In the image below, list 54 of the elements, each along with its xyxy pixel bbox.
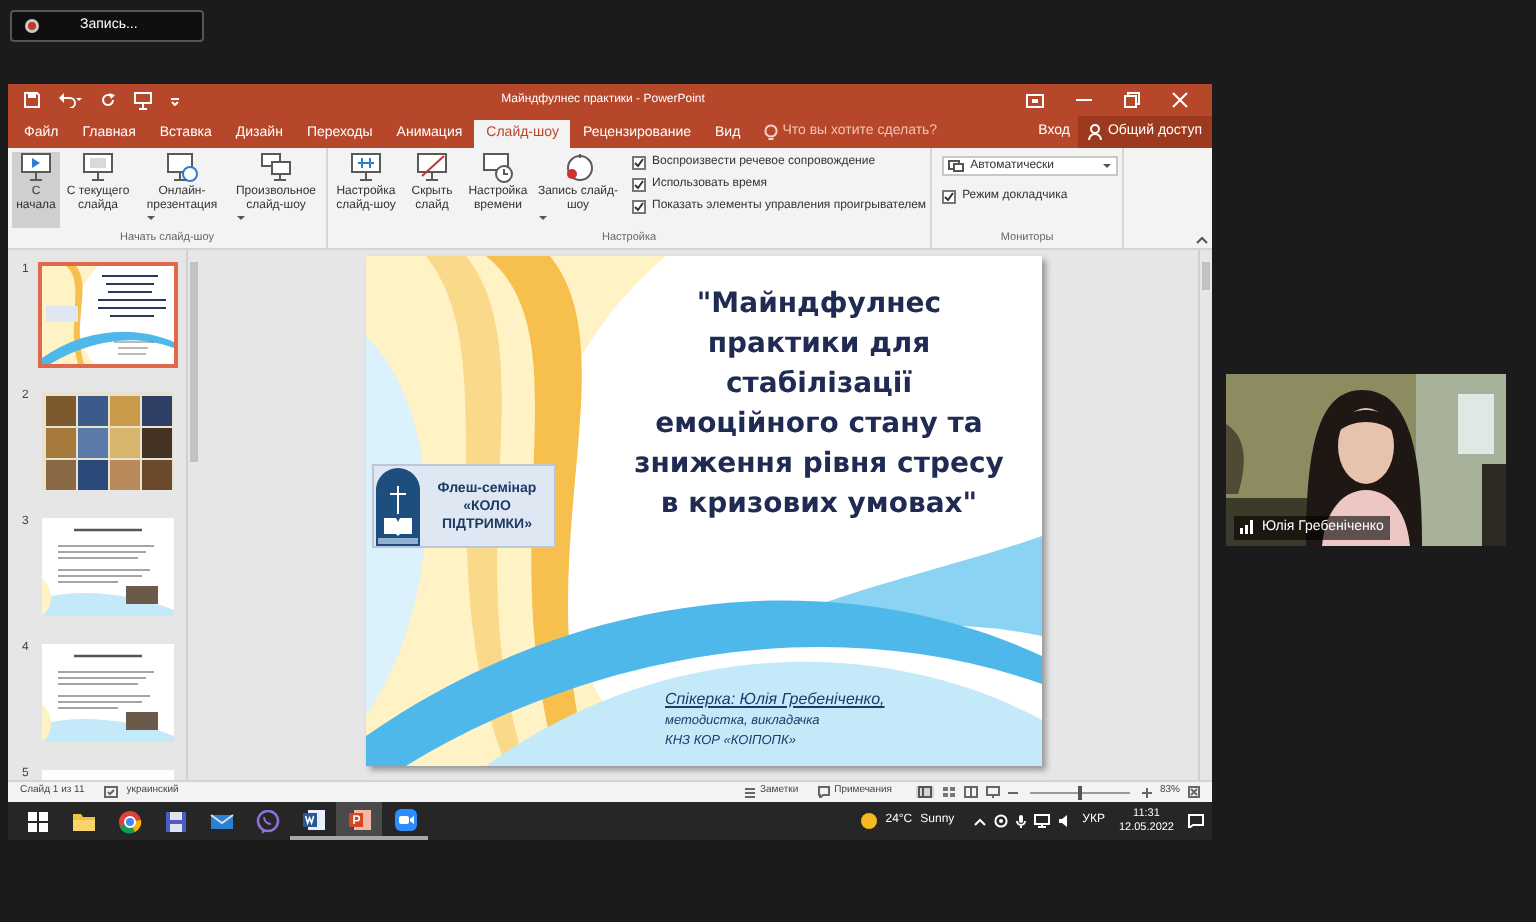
record-icon: [24, 18, 40, 34]
signal-icon: [1240, 520, 1256, 535]
person-icon: [1087, 124, 1102, 140]
undo-icon[interactable]: [58, 92, 82, 108]
presenter-icon[interactable]: [134, 91, 152, 109]
notes-icon: [743, 786, 756, 798]
phone-bubble-icon: [255, 809, 279, 833]
chevron-up-icon[interactable]: [974, 817, 987, 825]
reading-view-icon[interactable]: [963, 786, 978, 798]
checkbox[interactable]: [942, 190, 957, 204]
microphone-icon[interactable]: [1016, 814, 1027, 828]
comment-icon: [818, 786, 831, 798]
chrome-icon: [117, 809, 141, 833]
monitor-icon: [948, 160, 965, 172]
normal-view-icon[interactable]: [917, 786, 932, 798]
plus-icon[interactable]: [1141, 787, 1152, 797]
checkbox[interactable]: [632, 200, 646, 214]
word-icon: [301, 807, 325, 831]
save-icon[interactable]: [24, 92, 40, 108]
slide-thumbnail[interactable]: [38, 262, 178, 368]
spell-check-icon[interactable]: [104, 786, 119, 798]
customize-caret-icon[interactable]: [170, 95, 180, 105]
zoom-slider-thumb[interactable]: [1077, 785, 1082, 799]
slide-thumbnail[interactable]: [38, 640, 178, 746]
windows-icon: [25, 809, 49, 833]
video-camera-icon: [393, 807, 417, 831]
fit-slide-icon[interactable]: [1188, 786, 1200, 798]
speaker-line: Спікерка: Юлія Гребеніченко,: [665, 688, 885, 712]
checkbox[interactable]: [632, 178, 646, 192]
emblem-icon: [373, 466, 421, 546]
caret-icon: [1102, 162, 1113, 170]
presentation-app-icon: [347, 807, 371, 831]
minus-icon[interactable]: [1007, 787, 1018, 797]
scrollbar[interactable]: [1198, 250, 1212, 780]
checkbox[interactable]: [632, 156, 646, 170]
close-icon[interactable]: [1172, 92, 1188, 108]
slide-sorter-icon[interactable]: [941, 786, 956, 798]
notification-icon[interactable]: [1188, 814, 1204, 828]
redo-icon[interactable]: [100, 92, 116, 108]
restore-icon[interactable]: [1124, 92, 1140, 108]
sun-icon[interactable]: [859, 812, 878, 830]
collapse-ribbon-icon[interactable]: [1196, 236, 1208, 244]
speaker-icon[interactable]: [1058, 814, 1071, 828]
envelope-icon: [209, 809, 233, 833]
sync-icon[interactable]: [994, 814, 1009, 828]
slide-thumbnail[interactable]: [38, 514, 178, 620]
folder-icon: [71, 809, 95, 833]
display-options-icon[interactable]: [1026, 93, 1044, 107]
slide-thumbnail[interactable]: [38, 388, 178, 494]
scrollbar[interactable]: [186, 250, 200, 780]
network-icon[interactable]: [1034, 814, 1051, 828]
lightbulb-icon: [764, 123, 779, 141]
slideshow-icon[interactable]: [985, 786, 1000, 798]
slide-title: "Майндфулнес практики для стабілізації емоційного стану та зниження рівня стресу в кризових умовах": [632, 286, 1006, 524]
